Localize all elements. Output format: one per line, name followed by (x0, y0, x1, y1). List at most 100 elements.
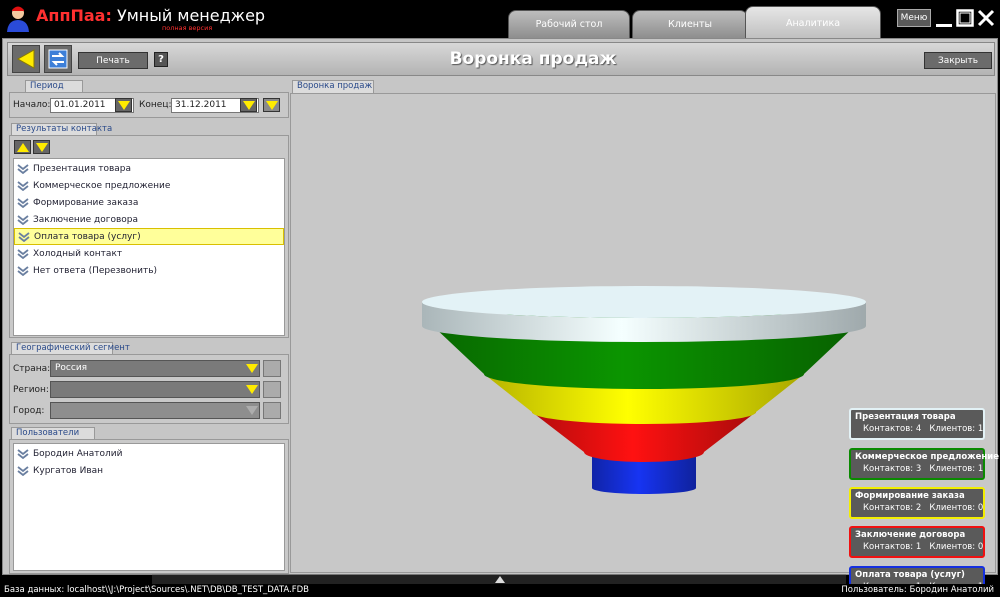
main-panel: Печать ? Воронка продаж Закрыть Период Н… (2, 38, 999, 597)
user-item[interactable]: Бородин Анатолий (14, 445, 284, 462)
status-database: База данных: localhost\\J:\Project\Sourc… (4, 585, 309, 595)
clients-label: Клиентов: (929, 464, 976, 474)
move-up-button[interactable] (14, 140, 31, 154)
result-item-label: Нет ответа (Перезвонить) (33, 265, 158, 276)
start-date-label: Начало: (13, 100, 51, 110)
region-select[interactable] (50, 381, 260, 398)
toolbar: Печать ? Воронка продаж Закрыть (7, 42, 995, 76)
result-item[interactable]: Презентация товара (14, 160, 284, 177)
bottom-panel-handle[interactable] (152, 574, 846, 584)
app-brand: АппПаа: (36, 6, 112, 25)
end-date-label: Конец: (139, 100, 172, 110)
arrow-up-icon (16, 142, 29, 152)
legend-stage-values: Контактов: 2 Клиентов: 0 (855, 503, 983, 513)
results-list: Презентация товара Коммерческое предложен… (13, 158, 285, 336)
maximize-icon[interactable] (956, 9, 974, 27)
tab-label: Аналитика (785, 17, 841, 29)
chevron-down-icon (17, 448, 29, 459)
minimize-icon[interactable] (935, 10, 953, 28)
city-select[interactable] (50, 402, 260, 419)
refresh-button[interactable] (44, 45, 72, 73)
result-item[interactable]: Формирование заказа (14, 194, 284, 211)
geo-group-label: Географический сегмент (11, 342, 130, 354)
country-label: Страна: (13, 364, 51, 374)
user-item-label: Бородин Анатолий (33, 448, 123, 459)
result-item[interactable]: Заключение договора (14, 211, 284, 228)
result-item[interactable]: Холодный контакт (14, 245, 284, 262)
chevron-down-icon (17, 197, 29, 208)
country-select[interactable]: Россия (50, 360, 260, 377)
arrow-down-icon (35, 142, 48, 152)
start-date-dropdown[interactable] (115, 98, 132, 112)
status-bar: База данных: localhost\\J:\Project\Sourc… (0, 584, 1000, 597)
legend-stage-values: Контактов: 1 Клиентов: 0 (855, 542, 983, 552)
legend-item: Презентация товара Контактов: 4 Клиентов:… (849, 408, 985, 440)
clients-value: 0 (977, 503, 984, 513)
contacts-label: Контактов: (863, 503, 914, 513)
clients-value: 0 (977, 542, 984, 552)
contacts-value: 1 (915, 542, 922, 552)
legend-stage-name: Формирование заказа (855, 491, 965, 501)
chevron-down-icon (17, 163, 29, 174)
close-window-icon[interactable] (977, 9, 995, 27)
chevron-down-icon (265, 100, 278, 110)
chevron-down-icon (17, 214, 29, 225)
chevron-down-icon (246, 385, 258, 394)
result-item-label: Презентация товара (33, 163, 132, 174)
results-group-label: Результаты контакта (11, 123, 112, 135)
contacts-label: Контактов: (863, 424, 914, 434)
legend-stage-name: Оплата товара (услуг) (855, 570, 965, 580)
result-item[interactable]: Нет ответа (Перезвонить) (14, 262, 284, 279)
country-clear-button[interactable] (263, 360, 281, 377)
legend-stage-values: Контактов: 4 Клиентов: 1 (855, 424, 983, 434)
tab-clients[interactable]: Клиенты (632, 10, 748, 38)
tab-analytics[interactable]: Аналитика (745, 6, 881, 39)
legend-stage-values: Контактов: 3 Клиентов: 1 (855, 464, 983, 474)
user-item[interactable]: Кургатов Иван (14, 462, 284, 479)
chevron-down-icon (242, 100, 255, 110)
chevron-down-icon (117, 100, 130, 110)
user-logo-icon (7, 6, 29, 32)
funnel-segment-top (422, 286, 866, 318)
chevron-down-icon (246, 364, 258, 373)
region-clear-button[interactable] (263, 381, 281, 398)
legend-item: Формирование заказа Контактов: 2 Клиентов… (849, 487, 985, 519)
refresh-icon (48, 49, 68, 69)
clients-label: Клиентов: (929, 542, 976, 552)
funnel-chart-area: Презентация товара Контактов: 4 Клиентов:… (290, 93, 999, 597)
app-edition: полная версия (162, 24, 213, 32)
print-button[interactable]: Печать (78, 52, 148, 69)
result-item[interactable]: Коммерческое предложение (14, 177, 284, 194)
result-item-label: Заключение договора (33, 214, 139, 225)
users-list: Бородин Анатолий Кургатов Иван (13, 443, 285, 571)
chevron-down-icon (17, 265, 29, 276)
chart-tab[interactable]: Воронка продаж (292, 80, 374, 93)
tab-desktop[interactable]: Рабочий стол (508, 10, 630, 38)
contacts-value: 2 (915, 503, 922, 513)
chevron-down-icon (17, 465, 29, 476)
move-down-button[interactable] (33, 140, 50, 154)
result-item-label: Формирование заказа (33, 197, 139, 208)
user-item-label: Кургатов Иван (33, 465, 104, 476)
end-date-dropdown[interactable] (240, 98, 257, 112)
result-item[interactable]: Оплата товара (услуг) (14, 228, 284, 245)
legend-stage-name: Презентация товара (855, 412, 956, 422)
help-button[interactable]: ? (154, 52, 168, 67)
chevron-down-icon (17, 180, 29, 191)
legend-item: Коммерческое предложение Контактов: 3 Кли… (849, 448, 999, 480)
contacts-value: 3 (915, 464, 922, 474)
expand-up-icon (495, 576, 505, 583)
menu-button[interactable]: Меню (897, 9, 931, 27)
result-item-label: Оплата товара (услуг) (34, 231, 141, 242)
back-button[interactable] (12, 45, 40, 73)
users-group-label: Пользователи (11, 427, 95, 439)
city-clear-button[interactable] (263, 402, 281, 419)
period-options-button[interactable] (263, 98, 280, 112)
top-bar: АппПаа: Умный менеджер полная версия Раб… (0, 0, 1000, 39)
back-arrow-icon (16, 49, 35, 69)
period-panel: Начало: 01.01.2011 Конец: 31.12.2011 (9, 92, 289, 118)
tab-label: Рабочий стол (535, 19, 603, 30)
users-panel: Бородин Анатолий Кургатов Иван (9, 439, 289, 574)
chevron-down-icon (18, 231, 30, 242)
close-button[interactable]: Закрыть (924, 52, 992, 69)
